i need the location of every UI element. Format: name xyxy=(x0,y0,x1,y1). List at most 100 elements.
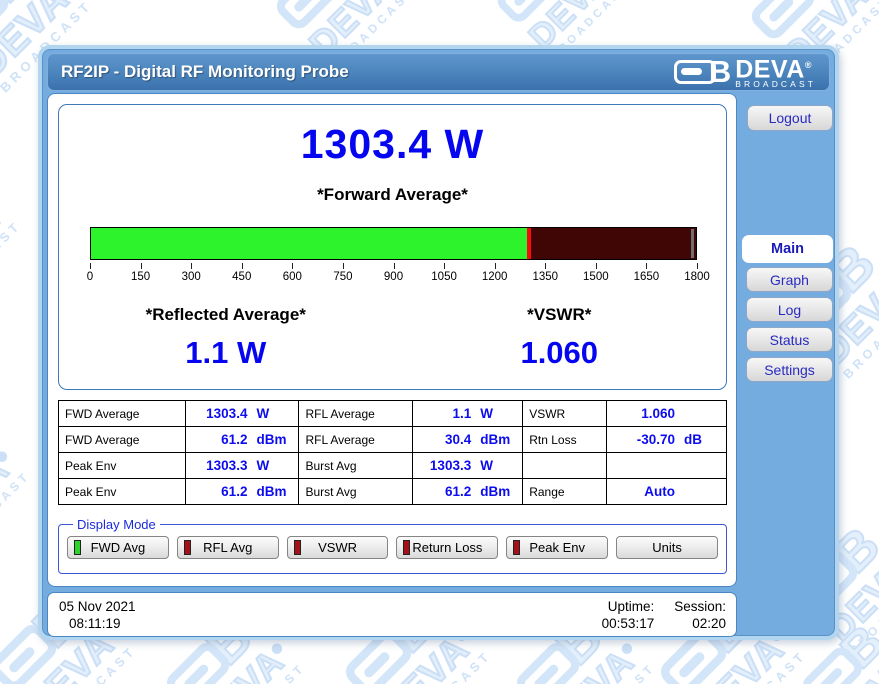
gauge-tick-label: 0 xyxy=(87,271,93,283)
gauge-tick-label: 1050 xyxy=(431,271,457,283)
uptime-label: Uptime: xyxy=(602,598,655,615)
measurements-table-body: FWD Average1303.4WRFL Average1.1WVSWR1.0… xyxy=(59,401,727,505)
table-label-cell: Burst Avg xyxy=(299,453,413,479)
table-value-cell: Auto xyxy=(606,479,726,505)
date-text: 05 Nov 2021 xyxy=(59,598,136,615)
table-label-cell: Rtn Loss xyxy=(523,427,607,453)
deva-brand-subtitle: BROADCAST xyxy=(735,79,816,89)
gauge-tick-mark xyxy=(394,263,395,269)
table-value-cell: -30.70dB xyxy=(606,427,726,453)
logout-button[interactable]: Logout xyxy=(747,105,833,131)
table-value-cell: 61.2dBm xyxy=(185,479,299,505)
table-label-cell: RFL Average xyxy=(299,427,413,453)
table-value-cell: 1303.3W xyxy=(185,453,299,479)
display-mode-legend: Display Mode xyxy=(73,517,160,532)
table-value-cell xyxy=(606,453,726,479)
sidebar-tab-status[interactable]: Status xyxy=(746,327,833,352)
deva-logo-d-icon xyxy=(674,60,716,84)
sidebar-tab-graph[interactable]: Graph xyxy=(746,267,833,292)
led-indicator-red xyxy=(184,540,191,555)
deva-logo: B DEVA® BROADCAST xyxy=(674,55,816,89)
table-value-cell: 61.2dBm xyxy=(185,427,299,453)
gauge-tick-label: 1200 xyxy=(482,271,508,283)
main-content-panel: 1303.4 W *Forward Average* 0150300450600… xyxy=(47,93,737,587)
gauge-tick-label: 450 xyxy=(232,271,251,283)
display-mode-button-label: RFL Avg xyxy=(203,540,252,555)
table-value-cell: 1303.4W xyxy=(185,401,299,427)
display-mode-button-units[interactable]: Units xyxy=(616,536,718,559)
gauge-tick-mark xyxy=(191,263,192,269)
gauge-tick-mark xyxy=(343,263,344,269)
gauge-tick-label: 1350 xyxy=(532,271,558,283)
gauge-tick-mark xyxy=(697,263,698,269)
display-mode-button-peak-env[interactable]: Peak Env xyxy=(506,536,608,559)
power-bar-endcap xyxy=(691,229,694,258)
gauge-tick-label: 300 xyxy=(182,271,201,283)
display-mode-button-label: Return Loss xyxy=(412,540,482,555)
reflected-average-label: *Reflected Average* xyxy=(59,305,393,325)
gauge-tick-mark xyxy=(90,263,91,269)
gauge-tick-mark xyxy=(495,263,496,269)
led-indicator-red xyxy=(513,540,520,555)
table-value-cell: 30.4dBm xyxy=(413,427,523,453)
gauge-tick-mark xyxy=(545,263,546,269)
power-bar-fill xyxy=(91,228,529,259)
table-row: FWD Average1303.4WRFL Average1.1WVSWR1.0… xyxy=(59,401,727,427)
vswr-label: *VSWR* xyxy=(393,305,727,325)
status-bar: 05 Nov 2021 08:11:19 Uptime: 00:53:17 Se… xyxy=(47,592,737,637)
display-mode-button-label: Peak Env xyxy=(529,540,585,555)
gauge-tick-mark xyxy=(444,263,445,269)
table-label-cell: Peak Env xyxy=(59,453,186,479)
gauge-tick-label: 900 xyxy=(384,271,403,283)
display-mode-button-vswr[interactable]: VSWR xyxy=(287,536,389,559)
gauge-tick-label: 1800 xyxy=(684,271,710,283)
table-value-cell: 61.2dBm xyxy=(413,479,523,505)
gauge-panel: 1303.4 W *Forward Average* 0150300450600… xyxy=(58,104,727,390)
table-row: Peak Env61.2dBmBurst Avg61.2dBmRangeAuto xyxy=(59,479,727,505)
gauge-tick-mark xyxy=(596,263,597,269)
led-indicator-green xyxy=(74,540,81,555)
led-indicator-red xyxy=(294,540,301,555)
vswr-value: 1.060 xyxy=(393,335,727,371)
gauge-tick-label: 1500 xyxy=(583,271,609,283)
sidebar-tab-main[interactable]: Main xyxy=(742,235,833,263)
display-mode-button-label: Units xyxy=(652,540,682,555)
table-row: FWD Average61.2dBmRFL Average30.4dBmRtn … xyxy=(59,427,727,453)
uptime-value: 00:53:17 xyxy=(602,615,655,632)
table-value-cell: 1303.3W xyxy=(413,453,523,479)
table-value-cell: 1.060 xyxy=(606,401,726,427)
gauge-tick-labels: 0150300450600750900105012001350150016501… xyxy=(90,271,697,285)
session-value: 02:20 xyxy=(674,615,726,632)
gauge-tick-label: 750 xyxy=(333,271,352,283)
gauge-tick-mark xyxy=(242,263,243,269)
app-window: RF2IP - Digital RF Monitoring Probe B DE… xyxy=(38,45,839,640)
power-bar-marker xyxy=(527,228,531,259)
sidebar-tab-settings[interactable]: Settings xyxy=(746,357,833,382)
gauge-tick-mark xyxy=(141,263,142,269)
table-row: Peak Env1303.3WBurst Avg1303.3W xyxy=(59,453,727,479)
display-mode-button-label: FWD Avg xyxy=(91,540,146,555)
table-label-cell: Peak Env xyxy=(59,479,186,505)
session-label: Session: xyxy=(674,598,726,615)
page-title: RF2IP - Digital RF Monitoring Probe xyxy=(61,62,349,82)
led-indicator-red xyxy=(403,540,410,555)
display-mode-button-rfl-avg[interactable]: RFL Avg xyxy=(177,536,279,559)
gauge-tick-label: 1650 xyxy=(634,271,660,283)
table-label-cell: FWD Average xyxy=(59,401,186,427)
gauge-secondary-readouts: *Reflected Average* 1.1 W *VSWR* 1.060 xyxy=(59,305,726,371)
table-value-cell: 1.1W xyxy=(413,401,523,427)
display-mode-buttons: FWD Avg RFL Avg VSWR Return Loss Peak Env Uni… xyxy=(67,536,718,559)
power-bar-gauge xyxy=(90,227,697,260)
sidebar-tab-log[interactable]: Log xyxy=(746,297,833,322)
gauge-tick-mark xyxy=(292,263,293,269)
forward-average-label: *Forward Average* xyxy=(59,185,726,205)
reflected-average-value: 1.1 W xyxy=(59,335,393,371)
display-mode-button-return-loss[interactable]: Return Loss xyxy=(396,536,498,559)
table-label-cell: Range xyxy=(523,479,607,505)
measurements-table: FWD Average1303.4WRFL Average1.1WVSWR1.0… xyxy=(58,400,727,505)
table-label-cell: FWD Average xyxy=(59,427,186,453)
display-mode-button-fwd-avg[interactable]: FWD Avg xyxy=(67,536,169,559)
logout-button-label: Logout xyxy=(769,110,812,126)
table-label-cell: Burst Avg xyxy=(299,479,413,505)
display-mode-group: Display Mode FWD Avg RFL Avg VSWR Return Lo… xyxy=(58,517,727,574)
